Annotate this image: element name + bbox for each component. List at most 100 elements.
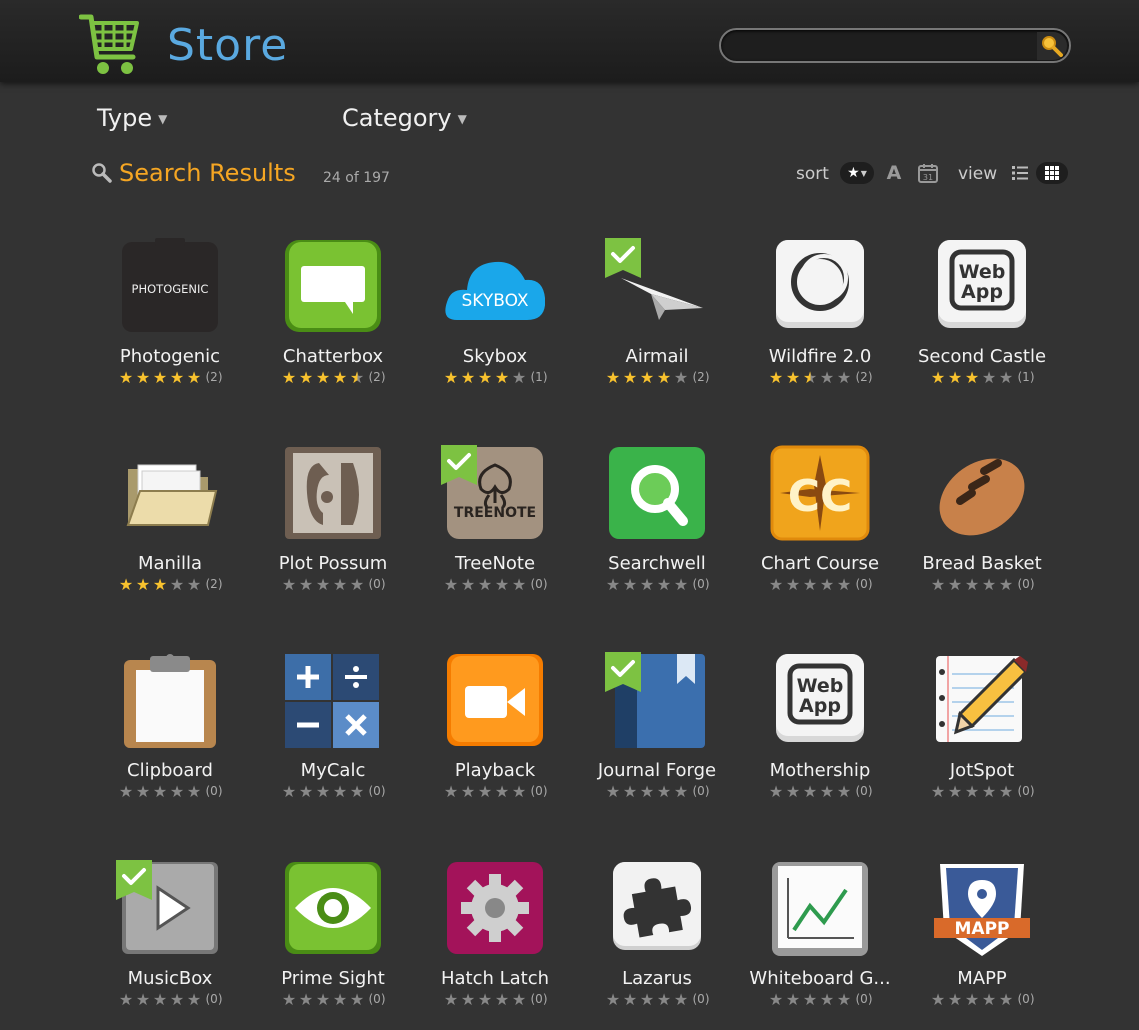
app-name[interactable]: Chatterbox [253, 346, 413, 367]
app-tile[interactable]: Web App Second Castle ★ ★ ★ ★ ★ (1) [902, 238, 1062, 408]
star-icon: ★ [332, 368, 348, 387]
star-icon: ★ [443, 990, 459, 1009]
app-name[interactable]: Whiteboard G... [740, 968, 900, 989]
list-view-button[interactable] [1009, 162, 1031, 184]
app-tile[interactable]: Plot Possum ★ ★ ★ ★ ★ (0) [253, 445, 413, 615]
search-box[interactable] [719, 28, 1071, 63]
app-tile[interactable]: CC Chart Course ★ ★ ★ ★ ★ (0) [740, 445, 900, 615]
svg-text:Web: Web [797, 675, 844, 697]
app-name[interactable]: MusicBox [90, 968, 250, 989]
app-tile[interactable]: JotSpot ★ ★ ★ ★ ★ (0) [902, 652, 1062, 822]
map-pin-icon[interactable]: MAPP [932, 860, 1032, 960]
app-name[interactable]: Manilla [90, 553, 250, 574]
star-icon: ★ [673, 782, 689, 801]
shopping-cart-icon[interactable] [79, 11, 141, 77]
gear-icon[interactable] [445, 860, 545, 960]
app-name[interactable]: Mothership [740, 760, 900, 781]
app-name[interactable]: Wildfire 2.0 [740, 346, 900, 367]
wildfire-icon[interactable] [770, 238, 870, 338]
app-tile[interactable]: Searchwell ★ ★ ★ ★ ★ (0) [577, 445, 737, 615]
search-button[interactable] [1037, 32, 1067, 60]
installed-check-icon [605, 652, 641, 692]
app-tile[interactable]: Wildfire 2.0 ★ ★ ★ ★ ★ (2) [740, 238, 900, 408]
clipboard-icon[interactable] [120, 652, 220, 752]
category-filter[interactable]: Category ▼ [342, 104, 467, 132]
app-name[interactable]: Playback [415, 760, 575, 781]
star-icon: ★ [785, 368, 801, 387]
app-tile[interactable]: MyCalc ★ ★ ★ ★ ★ (0) [253, 652, 413, 822]
app-name[interactable]: Chart Course [740, 553, 900, 574]
app-name[interactable]: Clipboard [90, 760, 250, 781]
app-name[interactable]: MAPP [902, 968, 1062, 989]
eye-icon[interactable] [283, 860, 383, 960]
star-icon: ★ [477, 368, 493, 387]
star-icon: ★ [930, 368, 946, 387]
app-tile[interactable]: TREENOTE TreeNote ★ ★ ★ ★ ★ (0) [415, 445, 575, 615]
calculator-icon[interactable] [283, 652, 383, 752]
app-tile[interactable]: Prime Sight ★ ★ ★ ★ ★ (0) [253, 860, 413, 1030]
app-name[interactable]: Lazarus [577, 968, 737, 989]
star-icon: ★ [673, 368, 689, 387]
folder-icon[interactable] [120, 445, 220, 545]
star-icon: ★ [460, 782, 476, 801]
app-name[interactable]: TreeNote [415, 553, 575, 574]
rating-count: (0) [692, 992, 710, 1006]
video-camera-icon[interactable] [445, 652, 545, 752]
app-tile[interactable]: Web App Mothership ★ ★ ★ ★ ★ (0) [740, 652, 900, 822]
app-name[interactable]: Second Castle [902, 346, 1062, 367]
whiteboard-chart-icon[interactable] [770, 860, 870, 960]
app-rating: ★ ★ ★ ★ ★ (0) [577, 782, 737, 801]
app-name[interactable]: Journal Forge [577, 760, 737, 781]
star-icon: ★ [186, 368, 202, 387]
type-filter[interactable]: Type ▼ [97, 104, 167, 132]
app-name[interactable]: Bread Basket [902, 553, 1062, 574]
app-name[interactable]: Photogenic [90, 346, 250, 367]
app-tile[interactable]: Chatterbox ★ ★ ★ ★ ★ (2) [253, 238, 413, 408]
app-name[interactable]: Searchwell [577, 553, 737, 574]
sort-by-rating-button[interactable]: ★ ▼ [840, 162, 874, 184]
star-icon: ★ [981, 368, 997, 387]
search-input[interactable] [731, 34, 1035, 60]
app-tile[interactable]: MusicBox ★ ★ ★ ★ ★ (0) [90, 860, 250, 1030]
grid-view-button[interactable] [1036, 162, 1068, 184]
web-app-icon[interactable]: Web App [932, 238, 1032, 338]
app-name[interactable]: Airmail [577, 346, 737, 367]
sort-alphabetical-button[interactable]: A [883, 162, 905, 184]
app-name[interactable]: Skybox [415, 346, 575, 367]
app-tile[interactable]: Clipboard ★ ★ ★ ★ ★ (0) [90, 652, 250, 822]
app-tile[interactable]: Hatch Latch ★ ★ ★ ★ ★ (0) [415, 860, 575, 1030]
star-icon: ★ [605, 575, 621, 594]
app-name[interactable]: Hatch Latch [415, 968, 575, 989]
app-rating: ★ ★ ★ ★ ★ (2) [740, 368, 900, 387]
app-tile[interactable]: PHOTOGENIC Photogenic ★ ★ ★ ★ ★ (2) [90, 238, 250, 408]
app-tile[interactable]: Lazarus ★ ★ ★ ★ ★ (0) [577, 860, 737, 1030]
bread-icon[interactable] [932, 445, 1032, 545]
app-name[interactable]: MyCalc [253, 760, 413, 781]
app-tile[interactable]: Playback ★ ★ ★ ★ ★ (0) [415, 652, 575, 822]
plot-possum-icon[interactable] [283, 445, 383, 545]
app-tile[interactable]: Airmail ★ ★ ★ ★ ★ (2) [577, 238, 737, 408]
notepad-pencil-icon[interactable] [932, 652, 1032, 752]
star-icon: ★ [998, 575, 1014, 594]
app-name[interactable]: Plot Possum [253, 553, 413, 574]
app-tile[interactable]: Bread Basket ★ ★ ★ ★ ★ (0) [902, 445, 1062, 615]
photogenic-icon[interactable]: PHOTOGENIC [120, 238, 220, 338]
compass-icon[interactable]: CC [770, 445, 870, 545]
app-tile[interactable]: Whiteboard G... ★ ★ ★ ★ ★ (0) [740, 860, 900, 1030]
star-icon: ★ [947, 368, 963, 387]
app-tile[interactable]: Journal Forge ★ ★ ★ ★ ★ (0) [577, 652, 737, 822]
installed-check-icon [116, 860, 152, 900]
sort-by-date-button[interactable]: 31 [917, 162, 939, 184]
puzzle-icon[interactable] [607, 860, 707, 960]
cloud-icon[interactable]: SKYBOX [445, 238, 545, 338]
app-name[interactable]: Prime Sight [253, 968, 413, 989]
magnifier-icon[interactable] [607, 445, 707, 545]
web-app-icon[interactable]: Web App [770, 652, 870, 752]
chat-bubble-icon[interactable] [283, 238, 383, 338]
app-tile[interactable]: MAPP MAPP ★ ★ ★ ★ ★ (0) [902, 860, 1062, 1030]
star-icon: ★ [622, 782, 638, 801]
app-tile[interactable]: SKYBOX Skybox ★ ★ ★ ★ ★ (1) [415, 238, 575, 408]
app-tile[interactable]: Manilla ★ ★ ★ ★ ★ (2) [90, 445, 250, 615]
star-icon: ★ [169, 575, 185, 594]
app-name[interactable]: JotSpot [902, 760, 1062, 781]
